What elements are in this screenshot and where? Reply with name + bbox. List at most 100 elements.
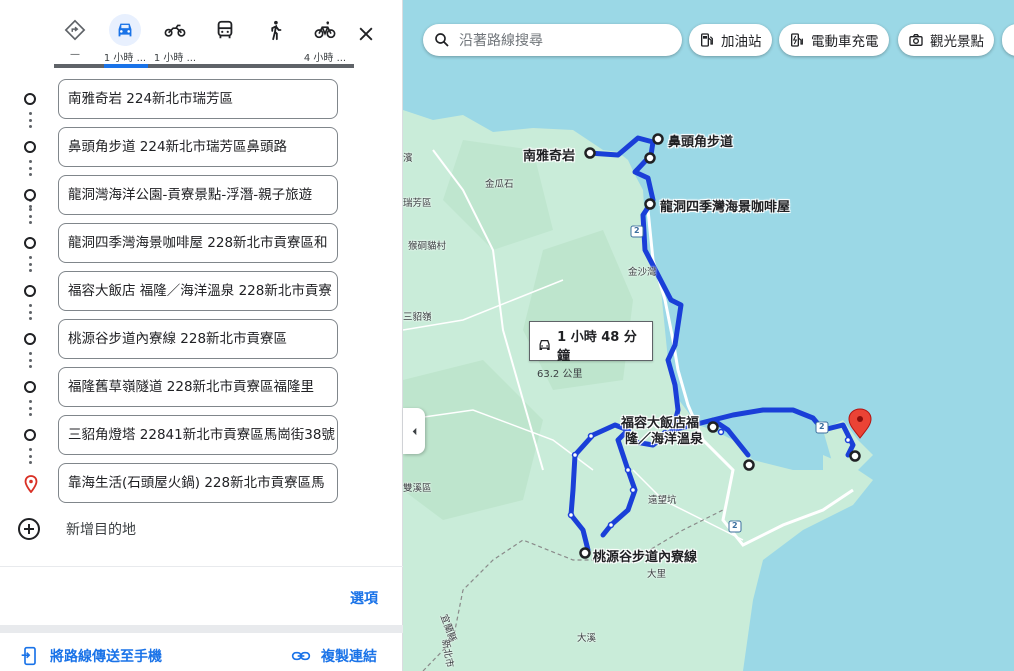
camera-icon — [909, 34, 923, 46]
search-icon — [435, 33, 449, 47]
waypoint-circle-icon — [24, 333, 36, 345]
chip-label: 電動車充電 — [811, 34, 879, 50]
gas-station-icon — [701, 33, 713, 47]
chip-label: 加油站 — [721, 34, 762, 50]
walking-icon — [259, 14, 291, 46]
place-label: 遠望坑 — [648, 495, 677, 506]
connector-dots-icon — [28, 400, 32, 416]
highway-shield-label: 2 — [732, 521, 738, 530]
place-label: 大溪 — [577, 633, 597, 644]
mode-best-label: — — [70, 49, 80, 60]
options-button[interactable]: 選項 — [350, 588, 378, 608]
highway-shield-label: 2 — [634, 226, 640, 235]
route-summary-card[interactable]: 1 小時 48 分鐘 63.2 公里 — [529, 321, 653, 380]
travel-mode-bar: — 1 小時 ... 1 小時 ... 4 小時 ... — [0, 0, 403, 70]
waypoint-circle-icon — [24, 189, 36, 201]
route-duration: 1 小時 48 分鐘 — [557, 330, 637, 364]
send-to-phone-icon — [21, 646, 36, 666]
mode-drive[interactable]: 1 小時 ... — [103, 14, 147, 64]
add-destination-button[interactable]: 新增目的地 — [18, 518, 136, 540]
stop-input[interactable]: 三貂角燈塔 22841新北市貢寮區馬崗街38號 — [58, 415, 338, 455]
divider — [0, 625, 403, 633]
ev-charging-icon — [791, 33, 803, 47]
connector-dots-icon — [28, 304, 32, 320]
send-to-phone-button[interactable]: 將路線傳送至手機 — [20, 646, 162, 666]
map-graphics — [403, 0, 873, 671]
stop-row: 桃源谷步道內寮線 228新北市貢寮區 — [0, 319, 403, 359]
close-directions-button[interactable] — [354, 22, 378, 46]
place-label: 濱 — [403, 153, 413, 164]
highway-shield-label: 2 — [819, 422, 825, 431]
place-label: 金沙灣 — [628, 267, 657, 278]
waypoint-circle-icon — [24, 285, 36, 297]
collapse-panel-button[interactable] — [403, 408, 425, 454]
stop-input[interactable]: 鼻頭角步道 224新北市瑞芳區鼻頭路 — [58, 127, 338, 167]
waypoint-label[interactable]: 龍洞四季灣海景咖啡屋 — [660, 196, 790, 215]
bicycle-icon — [309, 14, 341, 46]
mode-motorcycle[interactable]: 1 小時 ... — [153, 14, 197, 64]
mode-best[interactable]: — — [53, 14, 97, 60]
route-search-box[interactable]: 沿著路線搜尋 — [423, 24, 682, 56]
mode-indicator — [54, 64, 354, 68]
stop-row: 福容大飯店 福隆／海洋溫泉 228新北市貢寮 — [0, 271, 403, 311]
place-label: 三貂嶺 — [403, 312, 432, 323]
copy-link-button[interactable]: 複製連結 — [291, 646, 377, 666]
add-destination-label: 新增目的地 — [66, 522, 136, 538]
waypoint-label[interactable]: 桃源谷步道內寮線 — [593, 546, 697, 565]
place-label: 大里 — [647, 569, 667, 580]
place-label: 雙溪區 — [403, 483, 432, 494]
stop-input[interactable]: 福容大飯店 福隆／海洋溫泉 228新北市貢寮 — [58, 271, 338, 311]
connector-dots-icon — [28, 112, 32, 128]
mode-walk[interactable] — [253, 14, 297, 49]
directions-icon — [59, 14, 91, 46]
stop-row: 龍洞灣海洋公園-貢寮景點-浮潛-親子旅遊 — [0, 175, 403, 215]
stop-row: 靠海生活(石頭屋火鍋) 228新北市貢寮區馬 — [0, 463, 403, 503]
mode-bicycle[interactable]: 4 小時 ... — [303, 14, 347, 64]
map-canvas[interactable]: 2 2 2 金瓜石 金沙灣 三貂嶺 猴硐貓村 遠望坑 大里 大溪 雙溪區 瑞芳區… — [403, 0, 1014, 671]
chip-gas-station[interactable]: 加油站 — [689, 24, 772, 56]
chevron-left-icon — [412, 427, 416, 435]
chip-label: 觀光景點 — [930, 34, 984, 50]
mode-transit[interactable] — [203, 14, 247, 49]
route-distance: 63.2 公里 — [537, 369, 583, 380]
connector-dots-icon — [28, 160, 32, 176]
waypoint-label[interactable]: 南雅奇岩 — [523, 145, 575, 164]
directions-panel: — 1 小時 ... 1 小時 ... 4 小時 ... 南雅奇岩 224新北市… — [0, 0, 403, 671]
connector-dots-icon — [28, 352, 32, 368]
stop-row: 福隆舊草嶺隧道 228新北市貢寮區福隆里 — [0, 367, 403, 407]
search-placeholder: 沿著路線搜尋 — [459, 33, 543, 49]
chip-ev-charging[interactable]: 電動車充電 — [779, 24, 889, 56]
mode-bicycle-label: 4 小時 ... — [303, 53, 347, 64]
stop-input[interactable]: 龍洞四季灣海景咖啡屋 228新北市貢寮區和 — [58, 223, 338, 263]
waypoint-circle-icon — [24, 429, 36, 441]
stop-input[interactable]: 福隆舊草嶺隧道 228新北市貢寮區福隆里 — [58, 367, 338, 407]
copy-link-label: 複製連結 — [321, 649, 377, 665]
stop-row: 鼻頭角步道 224新北市瑞芳區鼻頭路 — [0, 127, 403, 167]
destination-pin-icon — [24, 475, 38, 493]
car-icon — [109, 14, 141, 46]
divider — [0, 566, 403, 567]
stop-input[interactable]: 南雅奇岩 224新北市瑞芳區 — [58, 79, 338, 119]
place-label: 猴硐貓村 — [408, 241, 447, 252]
connector-dots-icon — [28, 208, 32, 224]
bottom-actions: 將路線傳送至手機 複製連結 — [0, 646, 403, 670]
destination-input[interactable]: 靠海生活(石頭屋火鍋) 228新北市貢寮區馬 — [58, 463, 338, 503]
connector-dots-icon — [28, 448, 32, 464]
waypoint-label[interactable]: 隆／海洋溫泉 — [625, 428, 703, 447]
send-to-phone-label: 將路線傳送至手機 — [50, 649, 162, 665]
waypoint-circle-icon — [24, 237, 36, 249]
place-label: 瑞芳區 — [403, 198, 432, 209]
close-icon — [359, 27, 373, 41]
stop-row: 南雅奇岩 224新北市瑞芳區 — [0, 79, 403, 119]
waypoint-label[interactable]: 鼻頭角步道 — [668, 131, 733, 150]
chip-attractions[interactable]: 觀光景點 — [898, 24, 994, 56]
place-label: 金瓜石 — [485, 179, 514, 190]
waypoint-circle-icon — [24, 141, 36, 153]
waypoint-circle-icon — [24, 381, 36, 393]
motorcycle-icon — [159, 14, 191, 46]
bus-icon — [209, 14, 241, 46]
stop-input[interactable]: 龍洞灣海洋公園-貢寮景點-浮潛-親子旅遊 — [58, 175, 338, 215]
waypoint-circle-icon — [24, 93, 36, 105]
add-circle-icon — [18, 518, 40, 540]
stop-input[interactable]: 桃源谷步道內寮線 228新北市貢寮區 — [58, 319, 338, 359]
